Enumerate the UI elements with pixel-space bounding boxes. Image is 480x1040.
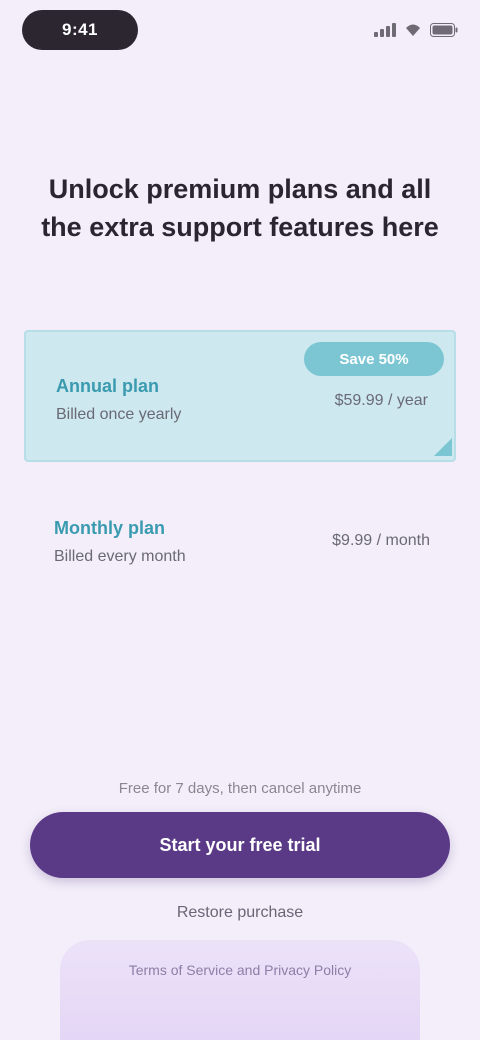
selected-check-icon	[434, 438, 452, 456]
page-title: Unlock premium plans and all the extra s…	[41, 174, 439, 242]
plan-price-annual: $59.99 / year	[334, 392, 428, 409]
plan-option-monthly[interactable]: Monthly plan Billed every month $9.99 / …	[24, 492, 456, 588]
bottom-panel: Terms of Service and Privacy Policy	[60, 940, 420, 1040]
status-icons	[374, 18, 458, 42]
status-time-pill: 9:41	[22, 10, 138, 50]
plan-option-annual[interactable]: Save 50% Annual plan Billed once yearly …	[24, 330, 456, 462]
start-trial-button[interactable]: Start your free trial	[30, 812, 450, 878]
status-time: 9:41	[61, 20, 99, 39]
signal-icon	[374, 23, 396, 37]
trial-note: Free for 7 days, then cancel anytime	[118, 780, 362, 797]
save-badge: Save 50%	[304, 342, 444, 376]
plan-subtitle-monthly: Billed every month	[54, 548, 186, 565]
start-trial-label: Start your free trial	[159, 834, 321, 855]
status-bar: 9:41	[22, 8, 458, 52]
plan-subtitle-annual: Billed once yearly	[56, 406, 182, 423]
plan-price-monthly: $9.99 / month	[332, 532, 430, 549]
wifi-icon	[404, 23, 422, 37]
paywall-screen: 9:41 Unlock premium plans and all the ex…	[0, 0, 480, 1040]
terms-link[interactable]: Terms of Service and Privacy Policy	[60, 962, 420, 978]
plan-name-monthly: Monthly plan	[54, 518, 165, 538]
restore-purchase-link[interactable]: Restore purchase	[120, 904, 360, 922]
battery-icon	[430, 23, 458, 37]
plan-name-annual: Annual plan	[56, 376, 159, 396]
